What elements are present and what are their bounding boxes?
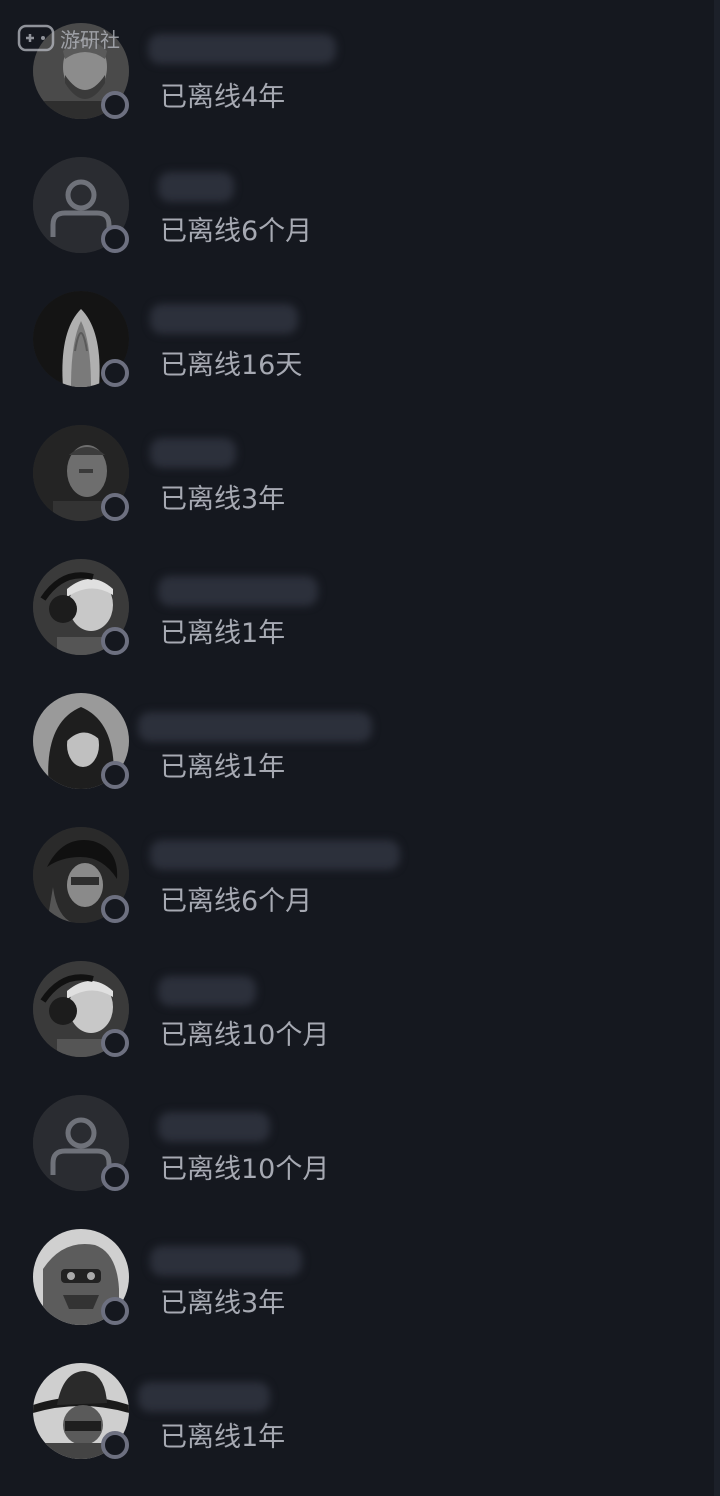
last-online-status: 已离线10个月: [160, 1154, 330, 1185]
last-online-status: 已离线1年: [160, 618, 286, 649]
username-redacted: [150, 304, 298, 334]
username-redacted: [158, 172, 234, 202]
username-redacted: [158, 1112, 270, 1142]
offline-status-icon: [101, 627, 129, 655]
username-redacted: [150, 438, 236, 468]
last-online-status: 已离线3年: [160, 1288, 286, 1319]
offline-status-icon: [101, 761, 129, 789]
last-online-status: 已离线6个月: [160, 216, 313, 247]
offline-status-icon: [101, 91, 129, 119]
username-redacted: [158, 576, 318, 606]
friend-item[interactable]: 已离线10个月: [0, 1072, 714, 1206]
last-online-status: 已离线4年: [160, 82, 286, 113]
last-online-status: 已离线10个月: [160, 1020, 330, 1051]
watermark-text: 游研社: [60, 27, 120, 52]
last-online-status: 已离线16天: [160, 350, 303, 381]
friend-item[interactable]: 已离线1年: [0, 1340, 714, 1474]
last-online-status: 已离线6个月: [160, 886, 313, 917]
username-redacted: [138, 712, 372, 742]
last-online-status: 已离线1年: [160, 752, 286, 783]
username-redacted: [158, 976, 256, 1006]
offline-status-icon: [101, 225, 129, 253]
offline-status-icon: [101, 493, 129, 521]
offline-status-icon: [101, 359, 129, 387]
watermark: 游研社: [16, 18, 120, 58]
username-redacted: [150, 840, 400, 870]
offline-status-icon: [101, 1431, 129, 1459]
offline-status-icon: [101, 1297, 129, 1325]
offline-status-icon: [101, 895, 129, 923]
last-online-status: 已离线3年: [160, 484, 286, 515]
username-redacted: [150, 1246, 302, 1276]
friend-item[interactable]: 已离线6个月: [0, 134, 714, 268]
friend-item[interactable]: 已离线6个月: [0, 804, 714, 938]
friend-item[interactable]: 已离线1年: [0, 670, 714, 804]
username-redacted: [148, 34, 336, 64]
friend-item[interactable]: 已离线10个月: [0, 938, 714, 1072]
offline-status-icon: [101, 1029, 129, 1057]
username-redacted: [138, 1382, 270, 1412]
friend-item[interactable]: 已离线1年: [0, 536, 714, 670]
friend-item[interactable]: 已离线16天: [0, 268, 714, 402]
last-online-status: 已离线1年: [160, 1422, 286, 1453]
offline-status-icon: [101, 1163, 129, 1191]
scrollbar[interactable]: [714, 0, 720, 1496]
gamepad-icon: [17, 24, 55, 52]
friend-item[interactable]: 已离线3年: [0, 402, 714, 536]
friend-item[interactable]: 已离线3年: [0, 1206, 714, 1340]
